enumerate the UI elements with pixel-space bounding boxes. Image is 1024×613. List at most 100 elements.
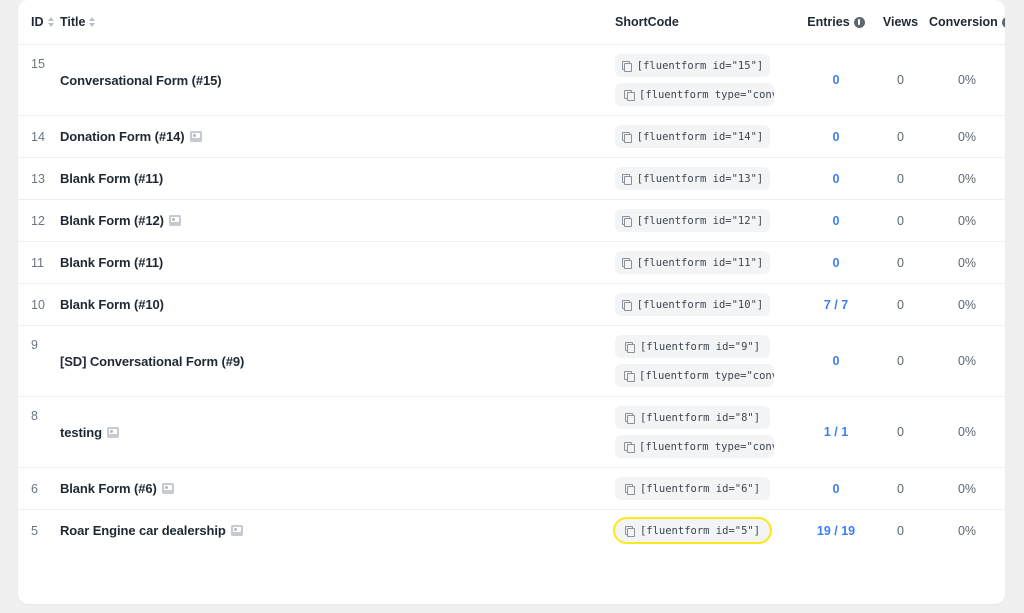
- table-header-row: ID Title ShortCode Entries Views Convers…: [18, 0, 1005, 45]
- shortcode-copy-button[interactable]: [fluentform id="8"]: [615, 406, 770, 429]
- conversion-rate: 0%: [957, 129, 977, 144]
- shortcode-copy-button[interactable]: [fluentform id="6"]: [615, 477, 770, 500]
- cell-views: 0: [872, 468, 929, 510]
- table-row[interactable]: 13 Blank Form (#11) [fluentform id="13"] 0 0…: [18, 158, 1005, 200]
- cell-form-id: 9: [31, 338, 38, 352]
- column-header-id[interactable]: ID: [18, 0, 60, 45]
- shortcode-text: [fluentform id="14"]: [636, 130, 764, 143]
- form-title-link[interactable]: Blank Form (#11): [60, 255, 163, 270]
- cell-shortcode: [fluentform id="13"]: [615, 158, 800, 200]
- cell-shortcode: [fluentform id="11"]: [615, 242, 800, 284]
- copy-icon: [624, 412, 636, 424]
- shortcode-copy-button[interactable]: [fluentform id="13"]: [615, 167, 770, 190]
- form-title-link[interactable]: Blank Form (#10): [60, 297, 164, 312]
- shortcode-copy-button[interactable]: [fluentform id="14"]: [615, 125, 770, 148]
- cell-form-title: Blank Form (#11): [60, 242, 615, 284]
- entries-count-link[interactable]: 1 / 1: [824, 425, 848, 439]
- views-count: 0: [897, 73, 904, 87]
- cell-entries: 19 / 19: [800, 510, 872, 552]
- table-row[interactable]: 15 Conversational Form (#15) [fluentform i…: [18, 45, 1005, 116]
- shortcode-copy-button[interactable]: [fluentform id="11"]: [615, 251, 770, 274]
- info-icon-entries[interactable]: [853, 16, 865, 28]
- table-row[interactable]: 5 Roar Engine car dealership [fluentform i…: [18, 510, 1005, 552]
- cell-views: 0: [872, 326, 929, 397]
- info-icon-conversion[interactable]: [1001, 16, 1005, 28]
- shortcode-copy-button[interactable]: [fluentform type="conve…: [615, 364, 774, 387]
- entries-count-link[interactable]: 0: [833, 354, 840, 368]
- table-row[interactable]: 14 Donation Form (#14) [fluentform id="14"…: [18, 116, 1005, 158]
- shortcode-copy-button[interactable]: [fluentform id="10"]: [615, 293, 770, 316]
- cell-entries: 0: [800, 45, 872, 116]
- copy-icon: [621, 131, 633, 143]
- cell-views: 0: [872, 45, 929, 116]
- cell-form-id: 11: [31, 255, 44, 270]
- sort-icon-id[interactable]: [47, 17, 54, 27]
- views-count: 0: [897, 481, 904, 496]
- shortcode-text: [fluentform id="11"]: [636, 256, 764, 269]
- cell-shortcode: [fluentform id="10"]: [615, 284, 800, 326]
- cell-form-title: Blank Form (#6): [60, 468, 615, 510]
- form-type-badge-icon: [189, 131, 202, 142]
- entries-count-link[interactable]: 19 / 19: [817, 524, 855, 538]
- cell-conversion: 0%: [929, 242, 1005, 284]
- column-header-shortcode: ShortCode: [615, 0, 800, 45]
- shortcode-copy-button[interactable]: [fluentform id="5"]: [613, 517, 772, 544]
- column-header-views-label: Views: [882, 15, 919, 29]
- table-row[interactable]: 6 Blank Form (#6) [fluentform id="6"] 0 0 0%: [18, 468, 1005, 510]
- cell-entries: 7 / 7: [800, 284, 872, 326]
- cell-views: 0: [872, 510, 929, 552]
- column-header-title[interactable]: Title: [60, 0, 615, 45]
- cell-conversion: 0%: [929, 326, 1005, 397]
- table-row[interactable]: 9 [SD] Conversational Form (#9) [fluentfor…: [18, 326, 1005, 397]
- shortcode-copy-button[interactable]: [fluentform type="conve…: [615, 435, 774, 458]
- copy-icon: [624, 89, 635, 101]
- entries-count-link[interactable]: 0: [833, 256, 840, 270]
- cell-views: 0: [872, 158, 929, 200]
- form-title-link[interactable]: Conversational Form (#15): [60, 73, 222, 88]
- copy-icon: [624, 341, 636, 353]
- views-count: 0: [897, 213, 904, 228]
- cell-form-id: 5: [31, 523, 38, 538]
- cell-form-id: 12: [31, 213, 45, 228]
- cell-conversion: 0%: [929, 510, 1005, 552]
- cell-shortcode: [fluentform id="5"]: [613, 510, 800, 552]
- cell-conversion: 0%: [929, 284, 1005, 326]
- column-header-id-label: ID: [31, 15, 44, 29]
- entries-count-link[interactable]: 0: [833, 172, 840, 186]
- shortcode-copy-button[interactable]: [fluentform id="15"]: [615, 54, 770, 77]
- form-title-link[interactable]: Blank Form (#6): [60, 481, 157, 496]
- shortcode-text: [fluentform type="conve…: [639, 369, 774, 382]
- form-title-link[interactable]: testing: [60, 425, 102, 440]
- cell-entries: 0: [800, 158, 872, 200]
- views-count: 0: [897, 354, 904, 368]
- entries-count-link[interactable]: 0: [833, 130, 840, 144]
- form-title-link[interactable]: Blank Form (#12): [60, 213, 164, 228]
- table-row[interactable]: 8 testing [fluentform id="8"] [fluentform t…: [18, 397, 1005, 468]
- form-title-link[interactable]: Donation Form (#14): [60, 129, 185, 144]
- entries-count-link[interactable]: 0: [833, 214, 840, 228]
- cell-shortcode: [fluentform id="12"]: [615, 200, 800, 242]
- cell-form-id: 6: [31, 481, 38, 496]
- shortcode-copy-button[interactable]: [fluentform type="conve…: [615, 83, 774, 106]
- table-row[interactable]: 11 Blank Form (#11) [fluentform id="11"] 0 0…: [18, 242, 1005, 284]
- cell-form-id: 14: [31, 129, 45, 144]
- entries-count-link[interactable]: 0: [833, 482, 840, 496]
- entries-count-link[interactable]: 7 / 7: [824, 298, 848, 312]
- sort-icon-title[interactable]: [89, 17, 96, 27]
- entries-count-link[interactable]: 0: [833, 73, 840, 87]
- cell-form-title: Conversational Form (#15): [60, 45, 615, 116]
- views-count: 0: [897, 171, 904, 186]
- shortcode-text: [fluentform id="13"]: [636, 172, 764, 185]
- table-row[interactable]: 12 Blank Form (#12) [fluentform id="12"] 0 0…: [18, 200, 1005, 242]
- views-count: 0: [897, 255, 904, 270]
- cell-shortcode: [fluentform id="6"]: [615, 468, 800, 510]
- cell-views: 0: [872, 116, 929, 158]
- shortcode-copy-button[interactable]: [fluentform id="9"]: [615, 335, 770, 358]
- shortcode-copy-button[interactable]: [fluentform id="12"]: [615, 209, 770, 232]
- conversion-rate: 0%: [957, 73, 977, 87]
- form-title-link[interactable]: Roar Engine car dealership: [60, 523, 226, 538]
- form-title-link[interactable]: Blank Form (#11): [60, 171, 163, 186]
- form-title-link[interactable]: [SD] Conversational Form (#9): [60, 354, 244, 369]
- copy-icon: [621, 299, 633, 311]
- table-row[interactable]: 10 Blank Form (#10) [fluentform id="10"] 7 …: [18, 284, 1005, 326]
